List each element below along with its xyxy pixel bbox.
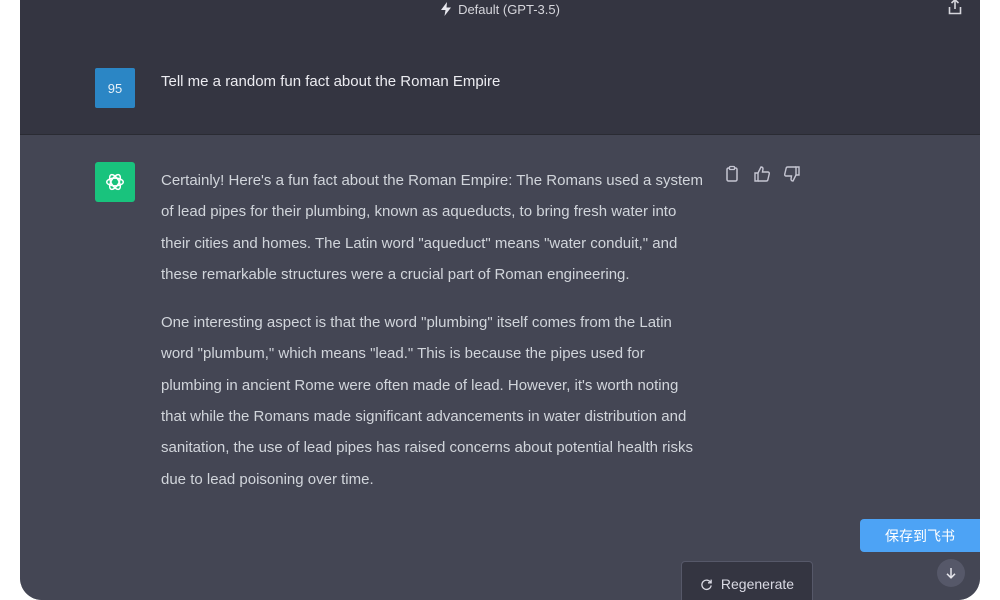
chat-window: Default (GPT-3.5) 95 Tell me a random fu… (20, 0, 980, 600)
regenerate-label: Regenerate (720, 576, 795, 592)
user-avatar: 95 (95, 68, 135, 108)
answer-paragraph: One interesting aspect is that the word … (161, 314, 694, 488)
answer-paragraph: Certainly! Here's a fun fact about the R… (161, 172, 704, 283)
model-label: Default (GPT-3.5) (458, 1, 560, 17)
user-message-text: Tell me a random fun fact about the Roma… (161, 73, 501, 90)
thumbs-down-icon[interactable] (783, 165, 801, 183)
openai-logo-icon (95, 162, 135, 202)
assistant-message-row: Certainly! Here's a fun fact about the R… (20, 135, 980, 600)
arrow-down-icon (946, 568, 956, 579)
message-actions (723, 165, 801, 183)
refresh-icon (701, 578, 712, 590)
share-icon[interactable] (946, 0, 964, 16)
scroll-down-button[interactable] (937, 559, 965, 587)
assistant-message-text: Certainly! Here's a fun fact about the R… (161, 165, 706, 512)
save-to-feishu-button[interactable]: 保存到飞书 (860, 519, 980, 552)
user-message-row: 95 Tell me a random fun fact about the R… (20, 36, 980, 135)
top-bar: Default (GPT-3.5) (20, 0, 980, 36)
copy-icon[interactable] (723, 165, 741, 183)
regenerate-button[interactable]: Regenerate (681, 561, 813, 600)
thumbs-up-icon[interactable] (753, 165, 771, 183)
bolt-icon (441, 2, 452, 16)
model-selector[interactable]: Default (GPT-3.5) (20, 0, 980, 18)
